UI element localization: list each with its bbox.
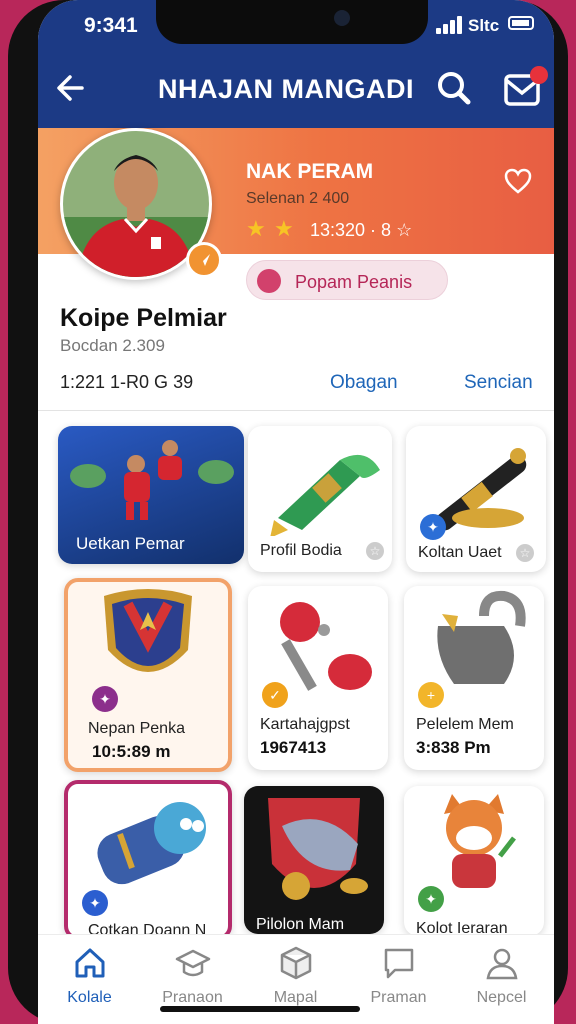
filter-link-left[interactable]: Obagan [330,372,398,394]
item-card[interactable]: ✦ Cotkan Doann N [64,780,232,940]
tab-label: Nepcel [476,989,527,1006]
card-label: Koltan Uaet [418,544,502,561]
heart-icon [504,168,532,194]
cap-icon [175,949,211,977]
home-icon [75,948,105,978]
badge-icon: ✦ [420,514,446,540]
phone-frame: 9:341 Sltc NHAJAN MANGADI NAK PERAM Sele… [8,0,568,1024]
arrow-left-icon [57,75,84,101]
cat-mascot-illustration [444,794,516,888]
badge-icon: ✦ [92,686,118,712]
card-label: Kartahajgpst [260,716,350,733]
card-label: Uetkan Pemar [76,534,185,553]
page-title: NHAJAN MANGADI [158,74,414,104]
profile-name: NAK PERAM [246,160,374,183]
hammer-illustration [280,602,372,691]
section-subtitle: Bocdan 2.309 [60,336,165,355]
profile-pill-button[interactable]: Popam Peanis [246,260,448,300]
user-icon [486,948,518,980]
filter-link-right[interactable]: Sencian [464,372,533,394]
signal-icon [436,16,464,34]
players-illustration [70,440,234,520]
item-card[interactable]: ✦ Koltan Uaet ☆ [406,426,546,572]
tab-label: Praman [370,989,427,1006]
tab-label: Kolale [67,989,112,1006]
badge-icon: ✦ [418,886,444,912]
item-card[interactable]: Uetkan Pemar [58,426,244,564]
card-value: 10:5:89 m [92,742,171,761]
notch [156,0,428,44]
compass-icon [199,254,210,266]
item-card[interactable]: Pilolon Mam [244,786,384,934]
item-card[interactable]: ✓ Kartahajgpst 1967413 [248,586,388,770]
box-icon [280,946,312,980]
item-card[interactable]: ✦ Nepan Penka 10:5:89 m [64,578,232,772]
shield-illustration [104,589,192,672]
battery-icon [508,16,534,30]
lock-illustration [437,590,526,684]
card-label: Profil Bodia [260,542,342,559]
card-value: 3:838 Pm [416,738,491,757]
screen: 9:341 Sltc NHAJAN MANGADI NAK PERAM Sele… [38,0,554,1024]
tab-profile[interactable]: Nepcel [450,935,553,1024]
section-title: Koipe Pelmiar [60,304,227,332]
rocket-illustration [270,454,380,536]
chat-icon [384,948,414,979]
card-label: Nepan Penka [88,720,185,737]
tab-label: Mapal [273,989,318,1006]
plus-badge-icon: + [418,682,444,708]
item-card[interactable]: ✦ Kolot Ieraran [404,786,544,936]
search-button[interactable] [434,68,474,108]
star-icon: ★ [274,216,294,241]
card-label: Pelelem Mem [416,716,514,733]
camera-icon [334,10,350,26]
item-card[interactable]: + Pelelem Mem 3:838 Pm [404,586,544,770]
status-time: 9:341 [84,14,138,37]
profile-subtitle: Selenan 2 400 [246,190,350,207]
back-button[interactable] [52,68,92,108]
card-value: 1967413 [260,738,327,757]
crest-illustration [268,798,368,900]
section-stat: 1:221 1-R0 G 39 [60,372,194,392]
favorite-button[interactable] [504,168,532,194]
tab-chat[interactable]: Praman [347,935,450,1024]
check-badge-icon: ✓ [262,682,288,708]
profile-stat: 13:320 · 8 ☆ [310,220,413,240]
pill-label: Popam Peanis [295,272,413,292]
badge-icon: ✦ [82,890,108,916]
card-label: Pilolon Mam [256,916,345,933]
search-icon [438,72,471,105]
status-bar: 9:341 Sltc [38,0,554,48]
user-badge-icon [257,269,281,293]
divider [38,410,554,411]
fish-creature-illustration [97,802,206,885]
messages-button[interactable] [502,66,548,110]
notification-badge [530,66,548,84]
star-icon: ☆ [516,544,534,562]
app-bar: NHAJAN MANGADI [38,48,554,128]
home-indicator [160,1006,360,1012]
tab-home[interactable]: Kolale [38,935,141,1024]
star-icon: ★ [246,216,266,241]
item-card[interactable]: Profil Bodia ☆ [248,426,392,572]
edit-avatar-button[interactable] [186,242,222,278]
tab-label: Pranaon [162,989,223,1006]
star-icon: ☆ [366,542,384,560]
carrier-label: Sltc [468,16,500,35]
